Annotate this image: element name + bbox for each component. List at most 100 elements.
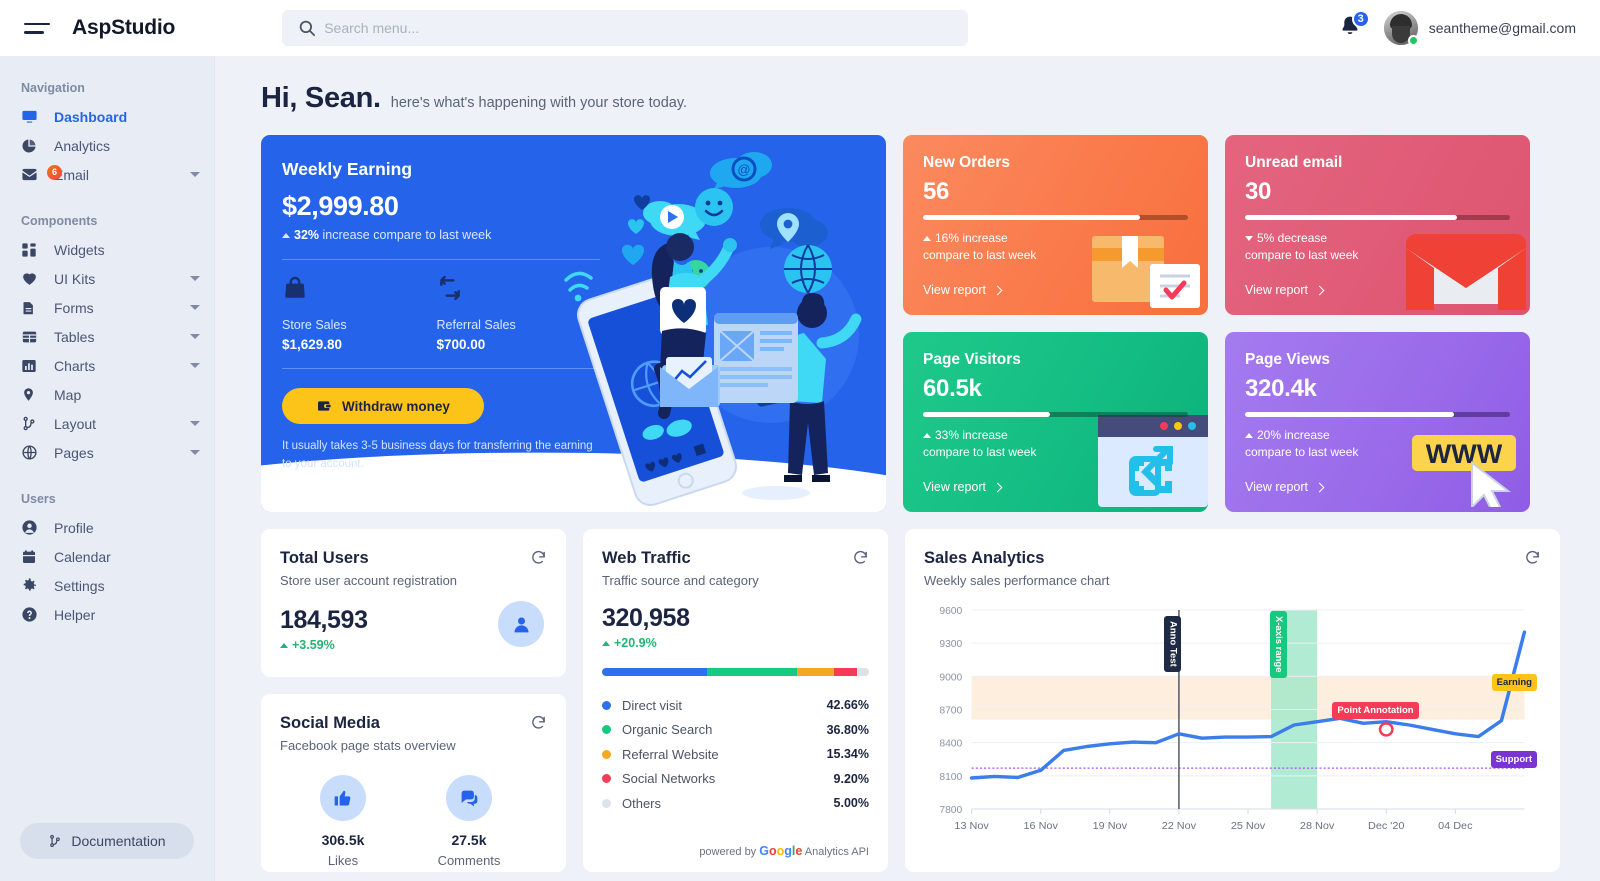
- sidebar-item-ui-kits[interactable]: UI Kits: [0, 264, 214, 293]
- sidebar-item-calendar[interactable]: Calendar: [0, 542, 214, 571]
- refresh-icon[interactable]: [530, 714, 547, 731]
- likes-bubble: [320, 775, 366, 821]
- sidebar-item-profile[interactable]: Profile: [0, 513, 214, 542]
- legend-color-dot: [602, 774, 611, 784]
- view-report-link[interactable]: View report: [923, 283, 1003, 297]
- sales-chart: 7800 8100 8400 8700 9000 9300 9600 13 Nov 16 Nov…: [924, 598, 1541, 843]
- left-cards-column: Total Users Store user account registrat…: [261, 529, 566, 872]
- sidebar-item-label: Calendar: [54, 548, 111, 565]
- weekly-earning-title: Weekly Earning: [282, 159, 413, 179]
- refresh-icon[interactable]: [530, 549, 547, 566]
- withdraw-money-button[interactable]: Withdraw money: [282, 388, 484, 424]
- chevron-down-icon[interactable]: [190, 305, 200, 310]
- chevron-right-icon: [1314, 285, 1325, 295]
- sidebar-item-label: Widgets: [54, 241, 105, 258]
- chevron-down-icon[interactable]: [190, 450, 200, 455]
- greeting-subtitle: here's what's happening with your store …: [390, 95, 688, 111]
- stat-card-value: 30: [1245, 178, 1272, 205]
- store-sales-block: Store Sales $1,629.80: [282, 275, 437, 352]
- legend-percent: 5.00%: [833, 796, 869, 811]
- chevron-down-icon[interactable]: [190, 334, 200, 339]
- table-icon: [21, 328, 42, 346]
- social-stat-likes: 306.5k Likes: [280, 775, 406, 868]
- documentation-label: Documentation: [71, 833, 166, 849]
- sidebar-item-forms[interactable]: Forms: [0, 293, 214, 322]
- sidebar-item-helper[interactable]: Helper: [0, 600, 214, 629]
- sidebar-item-dashboard[interactable]: Dashboard: [0, 102, 214, 131]
- view-report-link[interactable]: View report: [1245, 283, 1325, 297]
- hamburger-icon[interactable]: [24, 17, 54, 39]
- sidebar-item-label: Layout: [54, 415, 97, 432]
- sidebar-item-analytics[interactable]: Analytics: [0, 131, 214, 160]
- view-report-link[interactable]: View report: [923, 480, 1003, 494]
- pie-chart-icon: [21, 137, 42, 155]
- traffic-distribution-bar: [602, 668, 869, 676]
- chart-annotation-anno-test: Anno Test: [1164, 616, 1182, 672]
- trend-up-icon: [280, 643, 288, 648]
- notifications-button[interactable]: 3: [1338, 10, 1370, 42]
- traffic-legend-row: Referral Website 15.34%: [602, 742, 869, 767]
- stat-card-delta: 33% increase compare to last week: [923, 427, 1188, 462]
- documentation-button[interactable]: Documentation: [20, 823, 194, 859]
- traffic-segment: [796, 668, 835, 676]
- bottom-cards-row: Total Users Store user account registrat…: [261, 529, 1560, 872]
- stat-card-delta: 16% increase compare to last week: [923, 230, 1188, 265]
- sidebar-section-components: Components: [21, 214, 98, 228]
- svg-text:7800: 7800: [939, 805, 962, 816]
- view-report-link[interactable]: View report: [1245, 480, 1325, 494]
- chevron-right-icon: [1314, 482, 1325, 492]
- chevron-down-icon[interactable]: [190, 421, 200, 426]
- sidebar-item-tables[interactable]: Tables: [0, 322, 214, 351]
- view-report-label: View report: [1245, 283, 1308, 297]
- comment-icon: [461, 790, 477, 806]
- user-circle-icon: [21, 519, 42, 537]
- sales-analytics-header: Sales Analytics Weekly sales performance…: [924, 549, 1541, 588]
- user-menu[interactable]: seantheme@gmail.com: [1383, 11, 1576, 46]
- stat-card-title: Unread email: [1245, 154, 1343, 171]
- chevron-down-icon[interactable]: [190, 276, 200, 281]
- sidebar-item-widgets[interactable]: Widgets: [0, 235, 214, 264]
- svg-text:9300: 9300: [939, 639, 962, 650]
- delta-line-2: compare to last week: [1245, 248, 1359, 263]
- stat-progress-bar: [1245, 412, 1510, 417]
- store-sales-label: Store Sales: [282, 318, 347, 332]
- chevron-down-icon[interactable]: [190, 172, 200, 177]
- documentation-container: Documentation: [0, 811, 214, 881]
- sidebar-item-pages[interactable]: Pages: [0, 438, 214, 467]
- gear-icon: [21, 577, 42, 595]
- sidebar-item-label: Dashboard: [54, 108, 128, 125]
- total-users-header: Total Users Store user account registrat…: [280, 549, 547, 588]
- sidebar-item-layout[interactable]: Layout: [0, 409, 214, 438]
- trend-up-icon: [602, 641, 610, 646]
- stat-card-delta: 20% increase compare to last week: [1245, 427, 1510, 462]
- sidebar-item-email[interactable]: 6 Email: [0, 160, 214, 189]
- refresh-icon[interactable]: [1524, 549, 1541, 566]
- main-content: Hi, Sean. here's what's happening with y…: [215, 56, 1600, 881]
- stat-card-page-visitors: Page Visitors 60.5k 33% increase compare to…: [903, 332, 1208, 512]
- delta-line-2: compare to last week: [923, 445, 1037, 460]
- document-icon: [21, 299, 42, 317]
- sidebar-item-label: Tables: [54, 328, 95, 345]
- search-input[interactable]: [282, 10, 969, 46]
- svg-text:9600: 9600: [939, 606, 962, 617]
- chevron-right-icon: [992, 482, 1003, 492]
- nav-gap: [0, 189, 214, 205]
- user-avatar-bubble: [498, 601, 544, 647]
- traffic-legend-row: Organic Search 36.80%: [602, 718, 869, 743]
- weekly-earning-card: @ Weekly Earning $2,999.80 32% increase …: [261, 135, 886, 512]
- sidebar-item-map[interactable]: Map: [0, 380, 214, 409]
- monitor-icon: [21, 108, 42, 126]
- traffic-legend-row: Direct visit 42.66%: [602, 693, 869, 718]
- web-traffic-card: Web Traffic Traffic source and category …: [583, 529, 888, 872]
- svg-text:28 Nov: 28 Nov: [1300, 820, 1335, 832]
- legend-percent: 36.80%: [826, 722, 869, 737]
- envelope-icon: 6: [21, 164, 62, 184]
- sidebar-item-charts[interactable]: Charts: [0, 351, 214, 380]
- stat-cards-col-1: New Orders 56 16% increase compare to last …: [903, 135, 1208, 512]
- stat-card-delta: 5% decrease compare to last week: [1245, 230, 1510, 265]
- refresh-icon[interactable]: [852, 549, 869, 566]
- chevron-down-icon[interactable]: [190, 363, 200, 368]
- legend-label: Others: [622, 795, 662, 811]
- sidebar-item-settings[interactable]: Settings: [0, 571, 214, 600]
- trend-down-icon: [1245, 236, 1253, 241]
